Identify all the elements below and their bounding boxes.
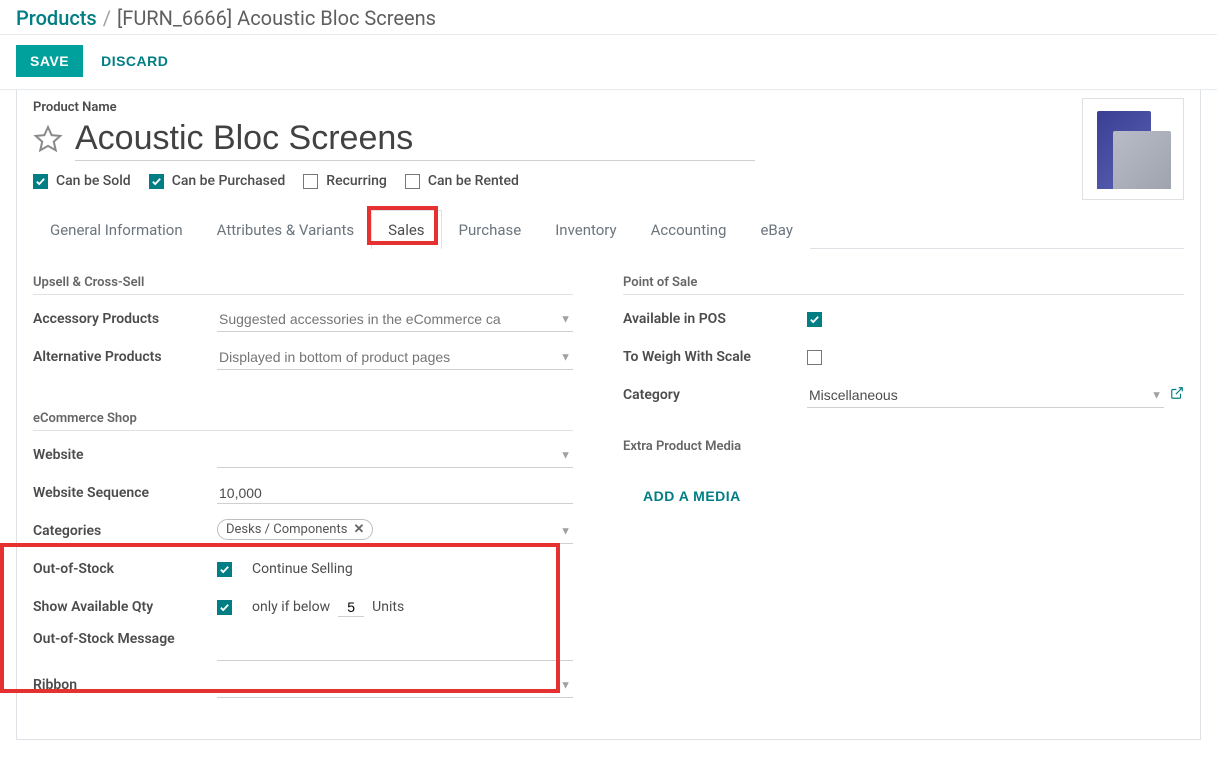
website-input[interactable]	[217, 443, 573, 468]
category-tag-text: Desks / Components	[226, 522, 347, 537]
breadcrumb: Products / [FURN_6666] Acoustic Bloc Scr…	[0, 0, 1217, 35]
breadcrumb-root[interactable]: Products	[16, 6, 97, 30]
to-weigh-checkbox[interactable]	[807, 350, 822, 365]
product-image[interactable]	[1082, 98, 1184, 200]
can-be-rented-label: Can be Rented	[428, 173, 519, 189]
pos-category-input[interactable]	[807, 383, 1164, 408]
continue-selling-label: Continue Selling	[252, 561, 353, 577]
recurring-checkbox[interactable]	[303, 174, 318, 189]
discard-button[interactable]: DISCARD	[101, 53, 168, 69]
favorite-star-icon[interactable]	[33, 124, 63, 154]
product-name-label: Product Name	[33, 100, 1184, 115]
pos-category-label: Category	[623, 387, 807, 403]
save-button[interactable]: SAVE	[16, 45, 83, 77]
can-be-purchased-label: Can be Purchased	[172, 173, 286, 189]
alternative-products-input[interactable]	[217, 345, 573, 370]
can-be-sold-label: Can be Sold	[56, 173, 131, 189]
website-label: Website	[33, 447, 217, 463]
accessory-products-label: Accessory Products	[33, 311, 217, 327]
ribbon-input[interactable]	[217, 673, 573, 698]
out-of-stock-label: Out-of-Stock	[33, 561, 217, 577]
website-sequence-input[interactable]	[217, 483, 573, 504]
tab-inventory[interactable]: Inventory	[538, 210, 633, 249]
actions-row: SAVE DISCARD	[0, 35, 1217, 90]
category-tag[interactable]: Desks / Components ✕	[217, 519, 373, 540]
breadcrumb-separator: /	[103, 6, 111, 30]
tabs: General Information Attributes & Variant…	[33, 209, 1184, 249]
external-link-icon[interactable]	[1170, 386, 1184, 404]
show-available-qty-checkbox[interactable]	[217, 600, 232, 615]
tab-general[interactable]: General Information	[33, 210, 200, 249]
breadcrumb-current: [FURN_6666] Acoustic Bloc Screens	[117, 6, 436, 30]
pos-section-header: Point of Sale	[623, 275, 1184, 295]
can-be-sold-checkbox[interactable]	[33, 174, 48, 189]
alternative-products-label: Alternative Products	[33, 349, 217, 365]
out-of-stock-checkbox[interactable]	[217, 562, 232, 577]
recurring-label: Recurring	[326, 173, 387, 189]
units-label: Units	[372, 599, 404, 615]
tab-ebay[interactable]: eBay	[743, 210, 809, 249]
tab-attributes[interactable]: Attributes & Variants	[200, 210, 371, 249]
threshold-input[interactable]	[338, 598, 364, 617]
only-if-below-label: only if below	[252, 599, 330, 615]
form-sheet: Product Name Can be Sold Can be Purchase…	[16, 90, 1201, 740]
ribbon-label: Ribbon	[33, 677, 217, 693]
categories-label: Categories	[33, 523, 217, 539]
upsell-section-header: Upsell & Cross-Sell	[33, 275, 573, 295]
website-sequence-label: Website Sequence	[33, 485, 217, 501]
add-media-button[interactable]: ADD A MEDIA	[643, 488, 741, 504]
ecommerce-section-header: eCommerce Shop	[33, 411, 573, 431]
available-in-pos-label: Available in POS	[623, 311, 807, 327]
remove-tag-icon[interactable]: ✕	[353, 522, 364, 537]
accessory-products-input[interactable]	[217, 307, 573, 332]
chevron-down-icon: ▼	[560, 524, 571, 537]
available-in-pos-checkbox[interactable]	[807, 312, 822, 327]
product-name-input[interactable]	[75, 117, 755, 161]
tab-sales[interactable]: Sales	[371, 210, 441, 249]
out-of-stock-message-label: Out-of-Stock Message	[33, 631, 217, 647]
extra-media-section-header: Extra Product Media	[623, 439, 1184, 458]
tab-purchase[interactable]: Purchase	[442, 210, 539, 249]
to-weigh-label: To Weigh With Scale	[623, 349, 807, 365]
out-of-stock-message-input[interactable]	[217, 631, 573, 661]
show-available-qty-label: Show Available Qty	[33, 599, 217, 615]
tab-accounting[interactable]: Accounting	[634, 210, 744, 249]
can-be-purchased-checkbox[interactable]	[149, 174, 164, 189]
can-be-rented-checkbox[interactable]	[405, 174, 420, 189]
